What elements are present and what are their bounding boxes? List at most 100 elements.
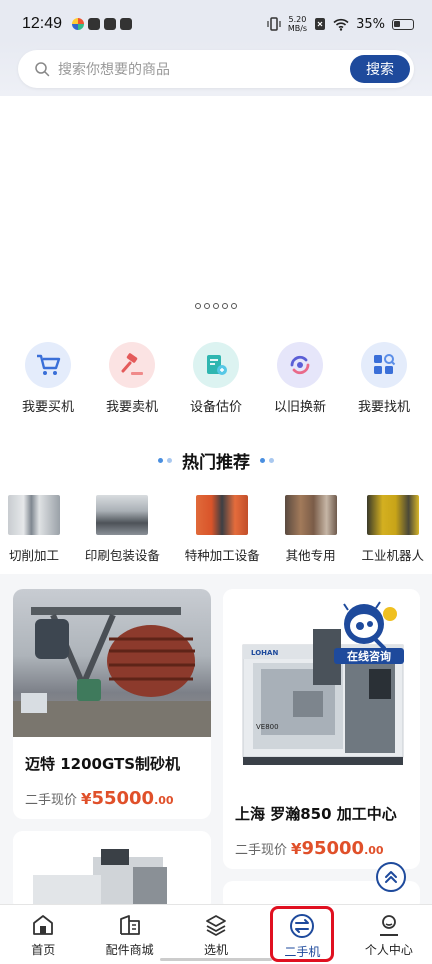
notification-app-icon <box>120 18 133 30</box>
valuation-icon <box>193 342 239 388</box>
wifi-icon <box>333 18 349 31</box>
home-indicator <box>160 958 272 961</box>
bottom-tab-bar: 首页 配件商城 选机 二手机 个人中心 <box>0 904 432 964</box>
tab-label: 配件商城 <box>105 943 154 957</box>
notification-app-icon <box>72 18 85 30</box>
banner-carousel[interactable] <box>0 96 432 332</box>
notification-app-icon <box>88 18 101 30</box>
price-currency: ¥ <box>81 790 92 808</box>
banner-dot[interactable] <box>213 303 219 309</box>
quick-nav-label: 以旧换新 <box>273 400 326 415</box>
notification-app-icon <box>104 18 117 30</box>
search-header: 搜索你想要的商品 搜索 <box>0 40 432 96</box>
status-app-icons <box>72 18 133 30</box>
status-time: 12:49 <box>22 15 63 32</box>
tab-parts-mall[interactable]: 配件商城 <box>86 905 172 964</box>
price-row: 二手现价 ¥ 95000 .00 <box>223 838 420 859</box>
price-row: 二手现价 ¥ 55000 .00 <box>13 788 211 809</box>
home-icon <box>33 915 54 935</box>
net-speed-unit: MB/s <box>287 24 308 33</box>
category-thumbnail <box>96 495 149 535</box>
quick-nav-find-machine[interactable]: 我要找机 <box>344 332 424 428</box>
quick-nav-label: 我要找机 <box>357 400 410 415</box>
banner-dot[interactable] <box>195 303 201 309</box>
product-card[interactable]: 迈特 1200GTS制砂机 二手现价 ¥ 55000 .00 <box>13 589 211 819</box>
tab-label: 选机 <box>204 943 229 957</box>
category-robot[interactable]: 工业机器人 <box>361 495 424 564</box>
search-button[interactable]: 搜索 <box>350 55 410 83</box>
quick-nav: 我要买机 我要卖机 设备估价 以旧换新 我要找机 <box>0 332 432 428</box>
category-thumbnail <box>366 495 419 535</box>
product-card[interactable] <box>13 831 211 911</box>
price-label: 二手现价 <box>25 793 78 808</box>
category-special[interactable]: 特种加工设备 <box>185 495 260 564</box>
quick-nav-label: 设备估价 <box>189 400 242 415</box>
category-cutting[interactable]: 切削加工 <box>8 495 60 564</box>
category-printing[interactable]: 印刷包装设备 <box>85 495 160 564</box>
category-label: 切削加工 <box>8 548 59 563</box>
category-label: 特种加工设备 <box>184 548 260 563</box>
search-icon <box>35 62 50 77</box>
price-decimal: .00 <box>364 844 384 857</box>
tab-home[interactable]: 首页 <box>0 905 86 964</box>
tab-select-machine[interactable]: 选机 <box>173 905 259 964</box>
store-icon <box>119 915 140 935</box>
product-title: 迈特 1200GTS制砂机 <box>25 755 181 773</box>
double-chevron-up-icon <box>385 871 397 883</box>
banner-dot[interactable] <box>204 303 210 309</box>
banner-dot[interactable] <box>222 303 228 309</box>
product-image <box>13 831 211 911</box>
active-tab-highlight <box>270 906 334 962</box>
category-label: 工业机器人 <box>361 548 424 563</box>
trade-in-icon <box>277 342 323 388</box>
net-speed: 5.20 MB/s <box>288 15 307 33</box>
hot-recommend: 热门推荐 切削加工 印刷包装设备 特种加工设备 其他专用 工业机器人 <box>0 428 432 574</box>
title-decoration <box>158 458 172 463</box>
category-thumbnail <box>196 495 249 535</box>
robot-mascot-icon: 在线咨询 <box>334 601 404 664</box>
search-input[interactable]: 搜索你想要的商品 搜索 <box>18 50 414 88</box>
machine-image <box>33 849 167 911</box>
category-label: 印刷包装设备 <box>84 548 160 563</box>
tab-label: 首页 <box>31 943 56 957</box>
price-integer: 55000 <box>91 788 155 809</box>
tab-personal-center[interactable]: 个人中心 <box>346 905 432 964</box>
user-icon <box>379 915 398 936</box>
tab-label: 个人中心 <box>364 943 413 957</box>
auction-hammer-icon <box>109 342 155 388</box>
category-row: 切削加工 印刷包装设备 特种加工设备 其他专用 工业机器人 <box>0 495 432 564</box>
category-thumbnail <box>8 495 60 535</box>
product-title: 上海 罗瀚850 加工中心 <box>235 805 397 823</box>
quick-nav-valuation[interactable]: 设备估价 <box>176 332 256 428</box>
section-title: 热门推荐 <box>182 453 250 473</box>
shopping-cart-icon <box>25 342 71 388</box>
online-consult-button[interactable]: 在线咨询 <box>334 598 404 668</box>
quick-nav-trade-in[interactable]: 以旧换新 <box>260 332 340 428</box>
price-integer: 95000 <box>301 838 365 859</box>
sim-icon <box>315 18 326 30</box>
category-label: 其他专用 <box>285 548 336 563</box>
battery-percent: 35% <box>356 16 385 32</box>
banner-pagination <box>0 303 432 309</box>
scroll-to-top-button[interactable] <box>376 862 406 892</box>
layers-icon <box>206 915 226 936</box>
product-image <box>13 589 211 737</box>
price-label: 二手现价 <box>235 843 288 858</box>
quick-nav-sell-machine[interactable]: 我要卖机 <box>92 332 172 428</box>
title-decoration <box>260 458 274 463</box>
hot-title-row: 热门推荐 <box>0 448 432 473</box>
quick-nav-buy-machine[interactable]: 我要买机 <box>8 332 88 428</box>
sand-making-machine-image <box>13 607 211 737</box>
vibrate-icon <box>267 17 281 31</box>
price-decimal: .00 <box>154 794 174 807</box>
quick-nav-label: 我要卖机 <box>105 400 158 415</box>
search-placeholder: 搜索你想要的商品 <box>58 62 170 78</box>
banner-dot[interactable] <box>231 303 237 309</box>
machine-model-label: VE800 <box>256 723 279 731</box>
price-currency: ¥ <box>291 840 302 858</box>
battery-icon <box>392 18 414 30</box>
online-consult-label: 在线咨询 <box>347 649 391 663</box>
quick-nav-label: 我要买机 <box>21 400 74 415</box>
category-other[interactable]: 其他专用 <box>284 495 337 564</box>
status-indicators: 5.20 MB/s 35% <box>267 15 414 33</box>
